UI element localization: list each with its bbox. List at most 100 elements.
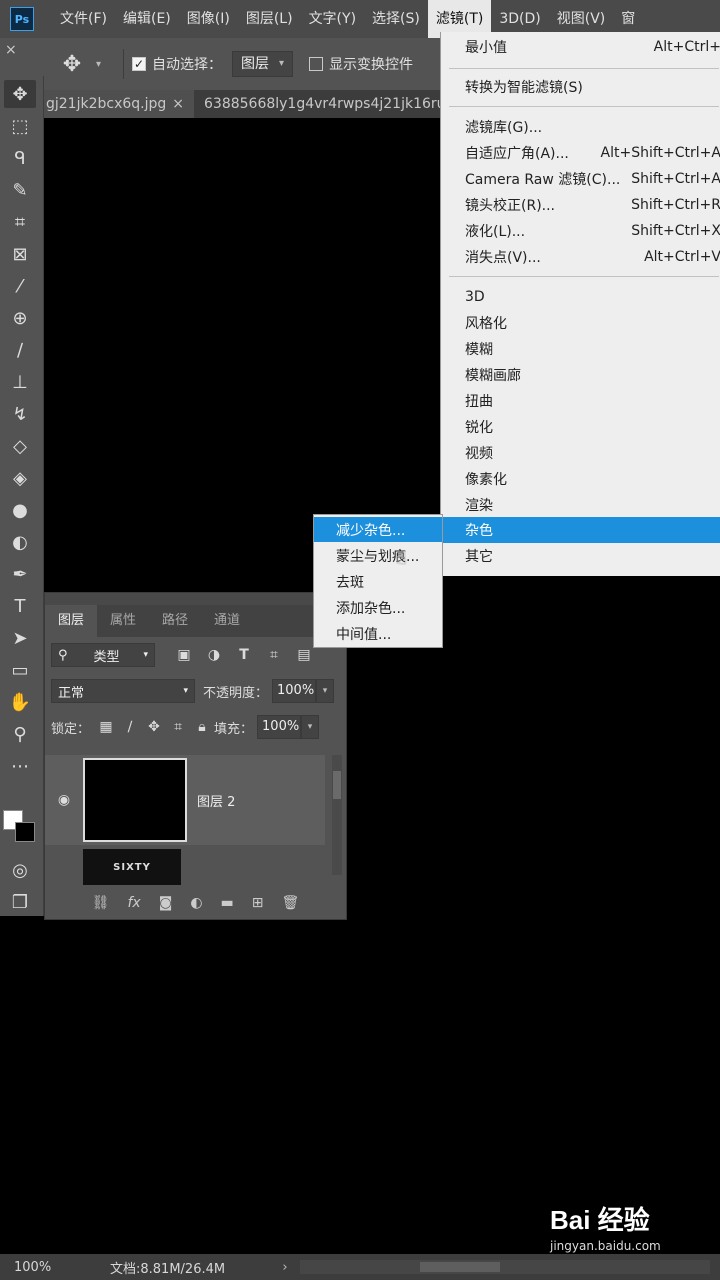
menu-layer[interactable]: 图层(L) <box>238 0 301 38</box>
menu-select[interactable]: 选择(S) <box>364 0 428 38</box>
filter-menu-item[interactable]: 渲染 <box>441 492 720 518</box>
scrollbar-thumb[interactable] <box>420 1262 500 1272</box>
tab-channels[interactable]: 通道 <box>201 605 253 637</box>
layer-row[interactable]: SIXTY <box>45 847 325 887</box>
marquee-tool-icon[interactable]: ⬚ <box>0 112 40 140</box>
auto-select-target-dropdown[interactable]: 图层 ▾ <box>232 51 294 77</box>
history-brush-tool-icon[interactable]: ↯ <box>0 400 40 428</box>
filter-menu-item[interactable]: 模糊画廊 <box>441 362 720 388</box>
lock-position-icon[interactable]: ✥ <box>142 719 166 735</box>
new-layer-icon[interactable]: ⊞ <box>252 895 264 911</box>
move-tool-preset-icon[interactable]: ✥ <box>48 52 96 77</box>
tab-document-2[interactable]: 63885668ly1g4vr4rwps4j21jk16ru <box>194 90 440 118</box>
type-filter-icon[interactable]: T <box>229 647 259 663</box>
filter-menu-item[interactable]: 风格化 <box>441 310 720 336</box>
healing-brush-tool-icon[interactable]: ⊕ <box>0 304 40 332</box>
blend-mode-dropdown[interactable]: 正常 ▾ <box>51 679 195 703</box>
tab-document-1[interactable]: gj21jk2bcx6q.jpg × <box>44 90 194 118</box>
filter-menu-item-noise[interactable]: 杂色 <box>441 517 720 543</box>
filter-menu-item[interactable]: 模糊 <box>441 336 720 362</box>
filter-menu-item[interactable]: 3D <box>441 284 720 310</box>
chevron-down-icon[interactable]: ▾ <box>96 59 101 70</box>
filter-menu-item[interactable]: 镜头校正(R)... Shift+Ctrl+R <box>441 192 720 218</box>
brush-tool-icon[interactable]: ∕ <box>0 336 40 364</box>
layers-scrollbar[interactable] <box>332 755 342 875</box>
filter-menu-item[interactable]: 锐化 <box>441 414 720 440</box>
menu-file[interactable]: 文件(F) <box>52 0 115 38</box>
zoom-tool-icon[interactable]: ⚲ <box>0 720 40 748</box>
lasso-tool-icon[interactable]: ᑫ <box>0 144 40 172</box>
trash-icon[interactable]: 🗑︎ <box>282 895 300 911</box>
filter-menu-item[interactable]: 像素化 <box>441 466 720 492</box>
opacity-input[interactable]: 100% <box>272 679 317 703</box>
filter-menu-item[interactable]: 其它 <box>441 543 720 569</box>
eyedropper-tool-icon[interactable]: ⁄ <box>0 272 40 300</box>
clone-stamp-tool-icon[interactable]: ⊥ <box>0 368 40 396</box>
smart-object-filter-icon[interactable]: ▤ <box>289 647 319 663</box>
layer-row[interactable]: ◉ 图层 2 <box>45 755 325 845</box>
filter-menu-item[interactable]: 视频 <box>441 440 720 466</box>
add-mask-icon[interactable]: ◙ <box>159 895 173 911</box>
status-arrow-icon[interactable]: › <box>270 1260 300 1275</box>
screen-mode-icon[interactable]: ❐ <box>0 888 40 916</box>
layer-kind-filter-dropdown[interactable]: ⚲ 类型 ▾ <box>51 643 155 667</box>
shape-filter-icon[interactable]: ⌗ <box>259 647 289 663</box>
adjustment-filter-icon[interactable]: ◑ <box>199 647 229 663</box>
adjustment-layer-icon[interactable]: ◐ <box>190 895 202 911</box>
paint-bucket-tool-icon[interactable]: ◈ <box>0 464 40 492</box>
tab-properties[interactable]: 属性 <box>97 605 149 637</box>
submenu-item-dust-scratches[interactable]: 蒙尘与划痕... <box>314 543 442 568</box>
filter-menu-item[interactable]: Camera Raw 滤镜(C)... Shift+Ctrl+A <box>441 166 720 192</box>
lock-image-pixels-icon[interactable]: ∕ <box>118 719 142 735</box>
lock-transparent-pixels-icon[interactable]: ▦ <box>94 719 118 735</box>
zoom-level[interactable]: 100% <box>0 1260 60 1275</box>
watermark-url: jingyan.baidu.com <box>550 1239 661 1253</box>
filter-menu-item[interactable]: 转换为智能滤镜(S) <box>441 74 720 100</box>
menu-edit[interactable]: 编辑(E) <box>115 0 179 38</box>
more-tools-icon[interactable]: ⋯ <box>0 752 40 780</box>
folder-icon[interactable]: ▬ <box>221 895 234 911</box>
filter-menu-item[interactable]: 消失点(V)... Alt+Ctrl+V <box>441 244 720 270</box>
menu-type[interactable]: 文字(Y) <box>301 0 364 38</box>
lock-artboard-icon[interactable]: ⌗ <box>166 719 190 735</box>
quick-mask-icon[interactable]: ◎ <box>0 856 40 884</box>
blur-tool-icon[interactable]: ● <box>0 496 40 524</box>
type-tool-icon[interactable]: T <box>0 592 40 620</box>
link-layers-icon[interactable]: ⛓ <box>92 895 110 911</box>
horizontal-scrollbar[interactable] <box>300 1260 710 1274</box>
filter-menu-item[interactable]: 最小值 Alt+Ctrl+ <box>441 34 720 60</box>
scrollbar-thumb[interactable] <box>333 771 341 799</box>
eye-icon[interactable]: ◉ <box>45 792 83 808</box>
chevron-down-icon[interactable]: ▾ <box>316 679 335 703</box>
menu-image[interactable]: 图像(I) <box>179 0 238 38</box>
submenu-item-despeckle[interactable]: 去斑 <box>314 569 442 594</box>
dodge-tool-icon[interactable]: ◐ <box>0 528 40 556</box>
pen-tool-icon[interactable]: ✒ <box>0 560 40 588</box>
filter-menu-item[interactable]: 扭曲 <box>441 388 720 414</box>
frame-tool-icon[interactable]: ⊠ <box>0 240 40 268</box>
fill-input[interactable]: 100% <box>257 715 302 739</box>
lock-all-icon[interactable]: 🔒︎ <box>190 719 214 735</box>
chevron-down-icon[interactable]: ▾ <box>301 715 320 739</box>
submenu-item-median[interactable]: 中间值... <box>314 621 442 646</box>
crop-tool-icon[interactable]: ⌗ <box>0 208 40 236</box>
tab-paths[interactable]: 路径 <box>149 605 201 637</box>
show-transform-checkbox[interactable] <box>309 57 324 71</box>
tab-layers[interactable]: 图层 <box>45 605 98 637</box>
quick-select-tool-icon[interactable]: ✎ <box>0 176 40 204</box>
move-tool-icon[interactable]: ✥ <box>4 80 36 108</box>
eraser-tool-icon[interactable]: ◇ <box>0 432 40 460</box>
filter-menu-item[interactable]: 液化(L)... Shift+Ctrl+X <box>441 218 720 244</box>
rectangle-tool-icon[interactable]: ▭ <box>0 656 40 684</box>
submenu-item-reduce-noise[interactable]: 减少杂色... <box>314 517 442 542</box>
close-icon[interactable]: × <box>172 90 184 118</box>
submenu-item-add-noise[interactable]: 添加杂色... <box>314 595 442 620</box>
background-color-swatch[interactable] <box>15 822 35 842</box>
pixel-filter-icon[interactable]: ▣ <box>169 647 199 663</box>
fx-icon[interactable]: fx <box>128 895 141 911</box>
auto-select-checkbox[interactable]: ✓ <box>132 57 147 71</box>
path-select-tool-icon[interactable]: ➤ <box>0 624 40 652</box>
hand-tool-icon[interactable]: ✋ <box>0 688 40 716</box>
filter-menu-item[interactable]: 自适应广角(A)... Alt+Shift+Ctrl+A <box>441 140 720 166</box>
filter-menu-item[interactable]: 滤镜库(G)... <box>441 114 720 140</box>
